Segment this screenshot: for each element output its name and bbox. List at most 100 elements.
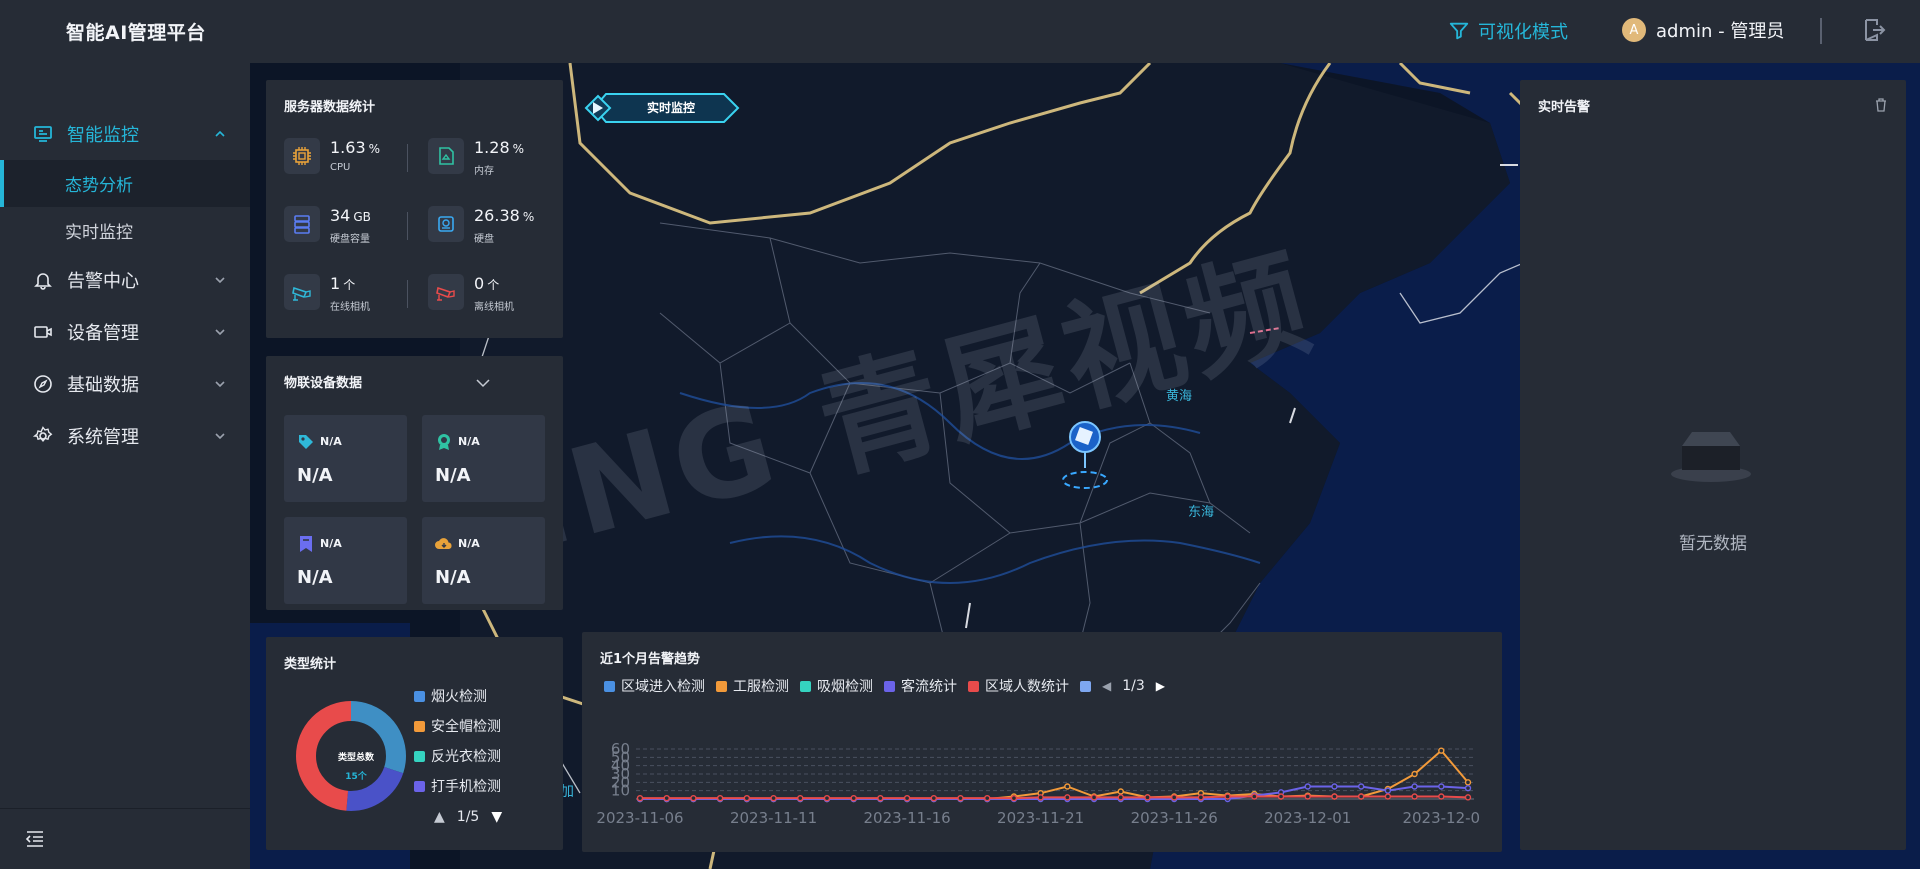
realtime-alarm-panel: 实时告警 暂无数据 (1520, 80, 1906, 850)
sidebar-item-label: 基础数据 (67, 375, 139, 396)
sidebar-item-label: 智能监控 (67, 125, 139, 146)
sidebar-item-alarm-center[interactable]: 告警中心 (0, 254, 250, 306)
series-point (1438, 783, 1445, 790)
sidebar-subitem-realtime-monitor[interactable]: 实时监控 (0, 207, 250, 254)
iot-card[interactable]: N/A N/A (284, 415, 407, 502)
chevron-down-icon (215, 433, 225, 440)
metric-label: 硬盘容量 (330, 234, 370, 245)
donut-center-title: 类型总数 (337, 753, 374, 763)
series-point (1411, 783, 1418, 790)
empty-inbox-icon (1671, 432, 1751, 482)
series-point (663, 794, 670, 802)
metric-value: 1.63% (330, 138, 381, 157)
iot-card[interactable]: N/A N/A (422, 517, 545, 604)
iot-card[interactable]: N/A N/A (422, 415, 545, 502)
sidebar-item-label: 系统管理 (67, 427, 139, 448)
iot-card-name: N/A (458, 435, 480, 448)
iot-card-value: N/A (435, 567, 471, 588)
compass-icon (33, 374, 53, 394)
realtime-monitor-label: 实时监控 (647, 101, 696, 115)
iot-card[interactable]: N/A N/A (284, 517, 407, 604)
iot-card-value: N/A (297, 465, 333, 486)
sidebar-item-label: 告警中心 (67, 271, 139, 292)
sidebar: 智能监控 态势分析 实时监控 告警中心 设备管理 基础数据 系统管理 (0, 63, 250, 869)
series-point (690, 794, 697, 802)
map-label-east-sea: 东海 (1188, 505, 1215, 520)
metric-label: 在线相机 (330, 302, 370, 313)
panel-title: 服务器数据统计 (284, 100, 376, 115)
trash-icon[interactable] (1874, 98, 1888, 112)
metric-online-camera: 1 个在线相机 (284, 274, 370, 313)
series-point (1170, 794, 1178, 801)
type-pager: ▲ 1/5 ▼ (434, 809, 502, 825)
x-tick-label: 2023-11-11 (730, 809, 817, 827)
bell-icon (33, 270, 53, 290)
sidebar-item-device-management[interactable]: 设备管理 (0, 306, 250, 358)
gear-icon (33, 426, 53, 446)
x-tick-label: 2023-12-0 (1402, 809, 1480, 827)
chevron-down-icon (215, 381, 225, 388)
page-down-icon[interactable]: ▼ (491, 809, 502, 825)
chevron-down-icon[interactable] (476, 378, 490, 388)
series-point (1304, 793, 1311, 800)
series-point (1010, 794, 1018, 802)
series-point (1464, 794, 1472, 801)
legend-item[interactable]: 烟火检测 (414, 681, 501, 711)
metric-label: CPU (330, 162, 351, 173)
type-stats-panel: 类型统计 类型总数 15个 烟火检测 安全帽检测 反光衣检测 打手机检测 ▲ 1… (266, 637, 563, 850)
legend-item[interactable]: 安全帽检测 (414, 711, 501, 741)
series-point (1064, 783, 1071, 790)
badge-icon (438, 434, 450, 450)
series-point (850, 794, 857, 802)
series-point (1411, 793, 1418, 800)
hard-disk-icon (428, 206, 464, 242)
page-up-icon[interactable]: ▲ (434, 809, 445, 825)
sidebar-footer (0, 808, 250, 869)
collapse-menu-icon[interactable] (25, 830, 45, 848)
metric-label: 硬盘 (474, 234, 494, 245)
x-tick-label: 2023-11-26 (1131, 809, 1218, 827)
series-point (1331, 783, 1338, 790)
sidebar-item-base-data[interactable]: 基础数据 (0, 358, 250, 410)
series-point (1117, 794, 1124, 801)
avatar: A (1622, 18, 1646, 42)
legend-item[interactable]: 反光衣检测 (414, 741, 501, 771)
header-divider (1820, 18, 1822, 44)
sidebar-item-smart-monitor[interactable]: 智能监控 (0, 108, 250, 160)
panel-title: 实时告警 (1538, 100, 1591, 115)
iot-card-name: N/A (320, 435, 342, 448)
iot-card-name: N/A (320, 537, 342, 550)
chevron-up-icon (215, 130, 225, 137)
tag-icon (299, 435, 313, 449)
sidebar-item-system-management[interactable]: 系统管理 (0, 410, 250, 462)
alarm-trend-panel: 近1个月告警趋势 区域进入检测 工服检测 吸烟检测 客流统计 区域人数统计 ◀ … (582, 632, 1502, 852)
visual-mode-button[interactable]: 可视化模式 (1448, 18, 1568, 44)
visual-mode-label: 可视化模式 (1478, 22, 1568, 43)
series-point (1384, 787, 1392, 794)
bookmark-icon (300, 536, 312, 552)
chevron-down-icon (215, 277, 225, 284)
legend-item[interactable]: 打手机检测 (414, 771, 501, 801)
iot-card-name: N/A (458, 537, 480, 550)
series-point (877, 794, 884, 802)
donut-center: 类型总数 15个 (321, 750, 391, 782)
series-point (797, 794, 804, 802)
series-point (984, 794, 991, 802)
filter-icon (1449, 22, 1469, 40)
donut-center-value: 15个 (345, 772, 367, 782)
divider (407, 212, 408, 240)
iot-card-value: N/A (297, 567, 333, 588)
series-point (1251, 793, 1258, 800)
trend-chart[interactable]: 1020304050602023-11-06 2023-11-11 2023-11-… (582, 632, 1502, 852)
metric-value: 1个 (330, 274, 356, 293)
y-tick-label: 60 (611, 740, 630, 758)
logout-icon[interactable] (1862, 18, 1886, 42)
panel-title: 物联设备数据 (284, 376, 363, 391)
metric-value: 0个 (474, 274, 500, 293)
user-menu[interactable]: A admin - 管理员 (1622, 17, 1784, 43)
metric-memory: 1.28% 内存 (428, 138, 524, 177)
cpu-icon (284, 138, 320, 174)
series-point (1384, 793, 1392, 800)
series-line (640, 749, 1469, 800)
sidebar-subitem-situation-analysis[interactable]: 态势分析 (0, 160, 250, 207)
